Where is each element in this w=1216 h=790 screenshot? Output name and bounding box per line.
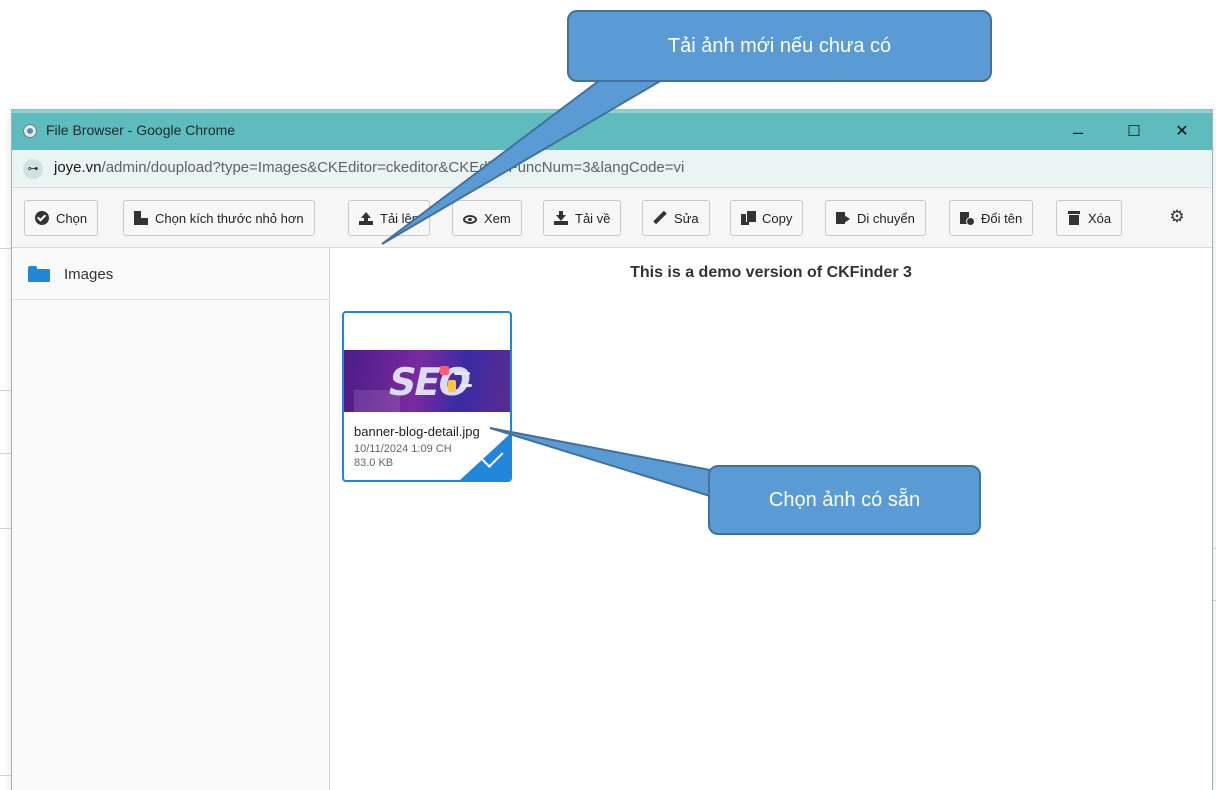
url-path: /admin/doupload?type=Images&CKEditor=cke… xyxy=(101,159,685,176)
choose-label: Chọn xyxy=(56,210,88,226)
chrome-icon xyxy=(23,124,37,138)
view-button[interactable]: Xem xyxy=(452,200,522,236)
download-button[interactable]: Tải về xyxy=(543,200,622,236)
thumbnail-shape xyxy=(440,366,449,375)
rename-icon xyxy=(960,211,975,226)
maximize-button[interactable]: ☐ xyxy=(1114,117,1154,147)
file-size: 83.0 KB xyxy=(354,457,394,469)
copy-button[interactable]: Copy xyxy=(730,200,804,236)
move-label: Di chuyển xyxy=(857,210,915,226)
rename-label: Đổi tên xyxy=(981,210,1023,226)
site-settings-icon[interactable]: ⊶ xyxy=(23,159,43,179)
delete-button[interactable]: Xóa xyxy=(1056,200,1123,236)
upload-button[interactable]: Tải lên xyxy=(348,200,431,236)
minimize-button[interactable]: – xyxy=(1058,117,1098,147)
edit-button[interactable]: Sửa xyxy=(642,200,710,236)
view-label: Xem xyxy=(484,210,511,226)
check-circle-icon xyxy=(35,211,49,225)
upload-callout: Tải ảnh mới nếu chưa có xyxy=(567,10,992,82)
settings-gear-icon[interactable]: ⚙ xyxy=(1168,208,1186,226)
resize-icon xyxy=(134,211,148,225)
folder-icon xyxy=(28,266,50,282)
file-thumbnail: SEO xyxy=(344,350,510,412)
edit-label: Sửa xyxy=(674,210,699,226)
select-callout: Chọn ảnh có sẵn xyxy=(708,465,981,535)
copy-icon xyxy=(741,211,756,225)
pencil-icon xyxy=(653,211,667,225)
close-button[interactable]: ✕ xyxy=(1162,117,1202,147)
upload-label: Tải lên xyxy=(380,210,420,226)
file-browser-window: File Browser - Google Chrome – ☐ ✕ ⊶ joy… xyxy=(12,110,1212,790)
choose-smaller-size-label: Chọn kích thước nhỏ hơn xyxy=(155,210,304,226)
thumbnail-shape xyxy=(454,372,470,375)
delete-label: Xóa xyxy=(1088,210,1112,226)
folder-label: Images xyxy=(64,266,114,283)
file-date: 10/11/2024 1:09 CH xyxy=(354,443,452,455)
file-item[interactable]: SEO banner-blog-detail.jpg 10/11/2024 1:… xyxy=(342,311,512,482)
window-title: File Browser - Google Chrome xyxy=(46,122,236,138)
thumbnail-artwork: SEO xyxy=(384,360,474,404)
download-icon xyxy=(554,211,568,225)
eye-icon xyxy=(463,215,477,224)
choose-button[interactable]: Chọn xyxy=(24,200,99,236)
upload-icon xyxy=(359,211,373,225)
title-bar: File Browser - Google Chrome – ☐ ✕ xyxy=(12,110,1212,150)
rename-button[interactable]: Đổi tên xyxy=(949,200,1034,236)
copy-label: Copy xyxy=(762,210,793,226)
folder-item-images[interactable]: Images xyxy=(12,248,330,300)
choose-smaller-size-button[interactable]: Chọn kích thước nhỏ hơn xyxy=(123,200,315,236)
folder-sidebar: Images xyxy=(12,248,330,790)
move-icon xyxy=(836,211,850,225)
address-bar: ⊶ joye.vn/admin/doupload?type=Images&CKE… xyxy=(12,150,1212,188)
toolbar: Chọn Chọn kích thước nhỏ hơn Tải lên Xem… xyxy=(12,188,1212,248)
download-label: Tải về xyxy=(575,210,611,226)
thumbnail-shape xyxy=(460,384,472,387)
move-button[interactable]: Di chuyển xyxy=(825,200,926,236)
demo-notice: This is a demo version of CKFinder 3 xyxy=(630,264,912,281)
url-host: joye.vn xyxy=(54,159,102,176)
trash-icon xyxy=(1067,211,1081,225)
url-text[interactable]: joye.vn/admin/doupload?type=Images&CKEdi… xyxy=(54,159,684,176)
thumbnail-shape xyxy=(448,380,456,392)
